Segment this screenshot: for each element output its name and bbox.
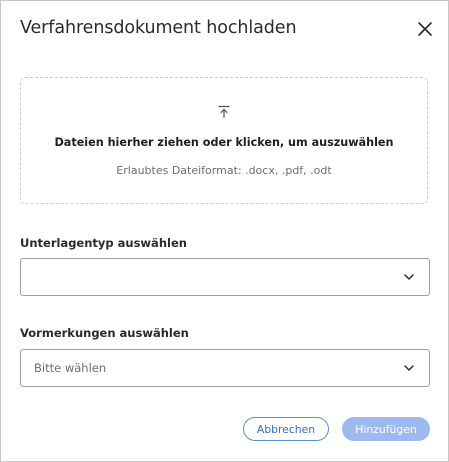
chevron-down-icon (404, 365, 414, 371)
dropzone-instruction: Dateien hierher ziehen oder klicken, um … (54, 136, 394, 149)
close-button[interactable] (413, 17, 437, 41)
upload-dialog: Verfahrensdokument hochladen Dateien hie… (0, 0, 449, 462)
document-type-label: Unterlagentyp auswählen (20, 236, 187, 250)
allowed-formats-hint: Erlaubtes Dateiformat: .docx, .pdf, .odt (116, 164, 332, 177)
reservations-placeholder: Bitte wählen (34, 361, 107, 375)
cancel-button[interactable]: Abbrechen (243, 417, 329, 441)
close-icon (418, 22, 432, 36)
chevron-down-icon (404, 274, 414, 280)
reservations-select[interactable]: Bitte wählen (20, 349, 430, 387)
upload-icon (218, 105, 230, 119)
reservations-label: Vormerkungen auswählen (20, 326, 189, 340)
file-dropzone[interactable]: Dateien hierher ziehen oder klicken, um … (20, 77, 428, 204)
dialog-title: Verfahrensdokument hochladen (20, 18, 297, 38)
document-type-select[interactable] (20, 258, 430, 296)
add-button[interactable]: Hinzufügen (342, 417, 430, 441)
